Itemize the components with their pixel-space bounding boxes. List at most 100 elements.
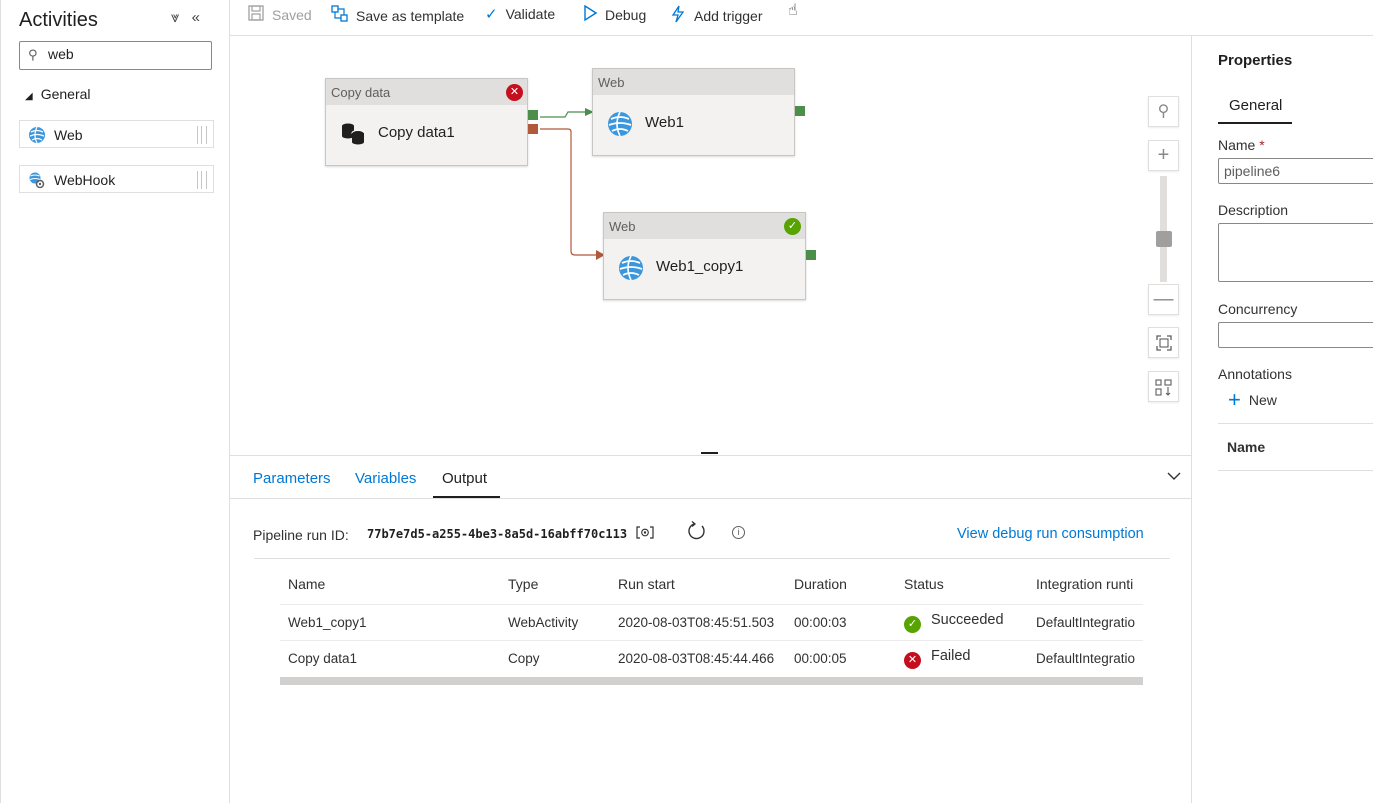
search-icon: ⚲ [1157,103,1170,120]
activity-webhook-label: WebHook [54,172,116,188]
new-annotation-label: New [1248,392,1277,408]
column-header[interactable]: Integration runti [1028,564,1143,604]
column-header[interactable]: Status [896,564,1028,604]
column-header[interactable]: Type [500,564,610,604]
drag-handle-icon[interactable] [197,171,207,189]
auto-align-icon [1155,379,1172,396]
cell-status: ✓ Succeeded [896,603,1028,640]
activity-webhook[interactable]: WebHook [19,165,214,193]
node-copy-data1[interactable]: Copy data ✕ Copy data1 [325,78,528,166]
node-header: Web [604,213,805,239]
tab-output[interactable]: Output [442,470,487,487]
copy-data-icon [342,123,365,145]
pipeline-name-input[interactable] [1218,158,1373,184]
table-row[interactable]: Copy data1 Copy 2020-08-03T08:45:44.466 … [280,639,1143,676]
activities-title: Activities [19,9,98,31]
activities-search-input[interactable] [48,46,198,62]
pipeline-canvas[interactable]: Copy data ✕ Copy data1 Web Web1 Web ✓ We… [230,36,1191,454]
table-header-row: Name Type Run start Duration Status Inte… [280,564,1143,604]
annotations-divider [1218,470,1373,471]
required-marker: * [1259,137,1265,153]
zoom-slider-track[interactable] [1160,176,1167,282]
cell-type: WebActivity [500,603,610,640]
success-output-port[interactable] [528,110,538,120]
run-id-label: Pipeline run ID: [253,527,349,543]
zoom-in-button[interactable]: + [1148,140,1179,171]
activities-pane: Activities ⩔ « ⚲ ◢ General Web WebHook [0,0,230,803]
status-text: Succeeded [931,611,1004,628]
drag-handle-icon[interactable] [197,126,207,144]
play-icon [583,4,598,25]
activity-runs-table: Name Type Run start Duration Status Inte… [280,564,1143,676]
failure-connector [540,128,598,256]
output-port[interactable] [806,250,816,260]
panel-splitter-handle[interactable] [701,452,718,454]
annotations-divider [1218,423,1373,424]
table-top-divider [254,558,1170,559]
web-activity-icon [619,255,643,281]
collapse-triangle-icon: ◢ [25,91,33,102]
table-row[interactable]: Web1_copy1 WebActivity 2020-08-03T08:45:… [280,603,1143,640]
zoom-to-fit-button[interactable] [1148,327,1179,358]
name-field-label: Name * [1218,137,1265,153]
refresh-icon[interactable] [686,521,706,547]
column-header[interactable]: Name [280,564,500,604]
pipeline-toolbar: Saved Save as template ✓ Validate Debug A… [230,0,1373,36]
debug-label: Debug [605,7,647,23]
tab-general[interactable]: General [1229,97,1282,114]
properties-pane: Properties General Name * Description Co… [1191,36,1373,803]
collapse-pane-icon[interactable]: « [192,9,200,26]
failure-output-port[interactable] [528,124,538,134]
output-panel: Parameters Variables Output Pipeline run… [230,455,1191,803]
plus-icon: + [1228,387,1241,412]
annotations-name-column: Name [1227,439,1266,455]
saved-button[interactable]: Saved [248,5,312,25]
section-general-label: General [40,86,91,102]
debug-button[interactable]: Debug [583,4,647,25]
plus-icon: + [1157,144,1170,166]
web-activity-icon [29,126,45,144]
save-as-template-label: Save as template [356,7,465,24]
output-port[interactable] [795,106,805,116]
section-general[interactable]: ◢ General [25,86,91,102]
zoom-slider-thumb[interactable] [1156,231,1172,247]
canvas-search-button[interactable]: ⚲ [1148,96,1179,127]
node-header: Web [593,69,794,95]
column-header[interactable]: Run start [610,564,786,604]
auto-align-button[interactable] [1148,371,1179,402]
cell-run-start: 2020-08-03T08:45:51.503 [610,603,786,640]
activities-header-actions: ⩔ « [171,9,208,26]
column-header[interactable]: Duration [786,564,896,604]
zoom-out-button[interactable]: — [1148,284,1179,315]
failed-icon: ✕ [904,651,921,669]
minus-icon: — [1153,288,1174,310]
view-debug-consumption-link[interactable]: View debug run consumption [957,526,1144,542]
validate-button[interactable]: ✓ Validate [485,5,555,23]
description-label: Description [1218,202,1289,218]
node-web1[interactable]: Web Web1 [592,68,795,156]
horizontal-scrollbar[interactable] [280,677,1143,685]
tab-variables[interactable]: Variables [355,470,416,487]
hand-cursor-icon: ☝ [788,2,798,19]
collapse-all-icon[interactable]: ⩔ [171,9,179,26]
cell-type: Copy [500,639,610,676]
fit-to-screen-icon [1155,335,1172,351]
activities-search[interactable]: ⚲ [19,41,212,70]
add-trigger-button[interactable]: Add trigger [670,5,762,27]
failed-status-icon: ✕ [506,84,523,101]
cell-integration-runtime: DefaultIntegratio [1028,603,1143,640]
concurrency-input[interactable] [1218,322,1373,348]
template-icon [331,5,348,26]
info-icon[interactable]: i [732,526,745,539]
copy-icon[interactable] [636,526,654,542]
chevron-down-icon[interactable] [1167,468,1181,484]
tab-parameters[interactable]: Parameters [253,470,331,487]
cell-run-start: 2020-08-03T08:45:44.466 [610,639,786,676]
activity-web[interactable]: Web [19,120,214,148]
cell-integration-runtime: DefaultIntegratio [1028,639,1143,676]
save-as-template-button[interactable]: Save as template [331,5,464,26]
node-web1-copy1[interactable]: Web ✓ Web1_copy1 [603,212,806,300]
description-textarea[interactable] [1218,223,1373,282]
new-annotation-button[interactable]: + New [1228,387,1277,412]
cell-duration: 00:00:05 [786,639,896,676]
